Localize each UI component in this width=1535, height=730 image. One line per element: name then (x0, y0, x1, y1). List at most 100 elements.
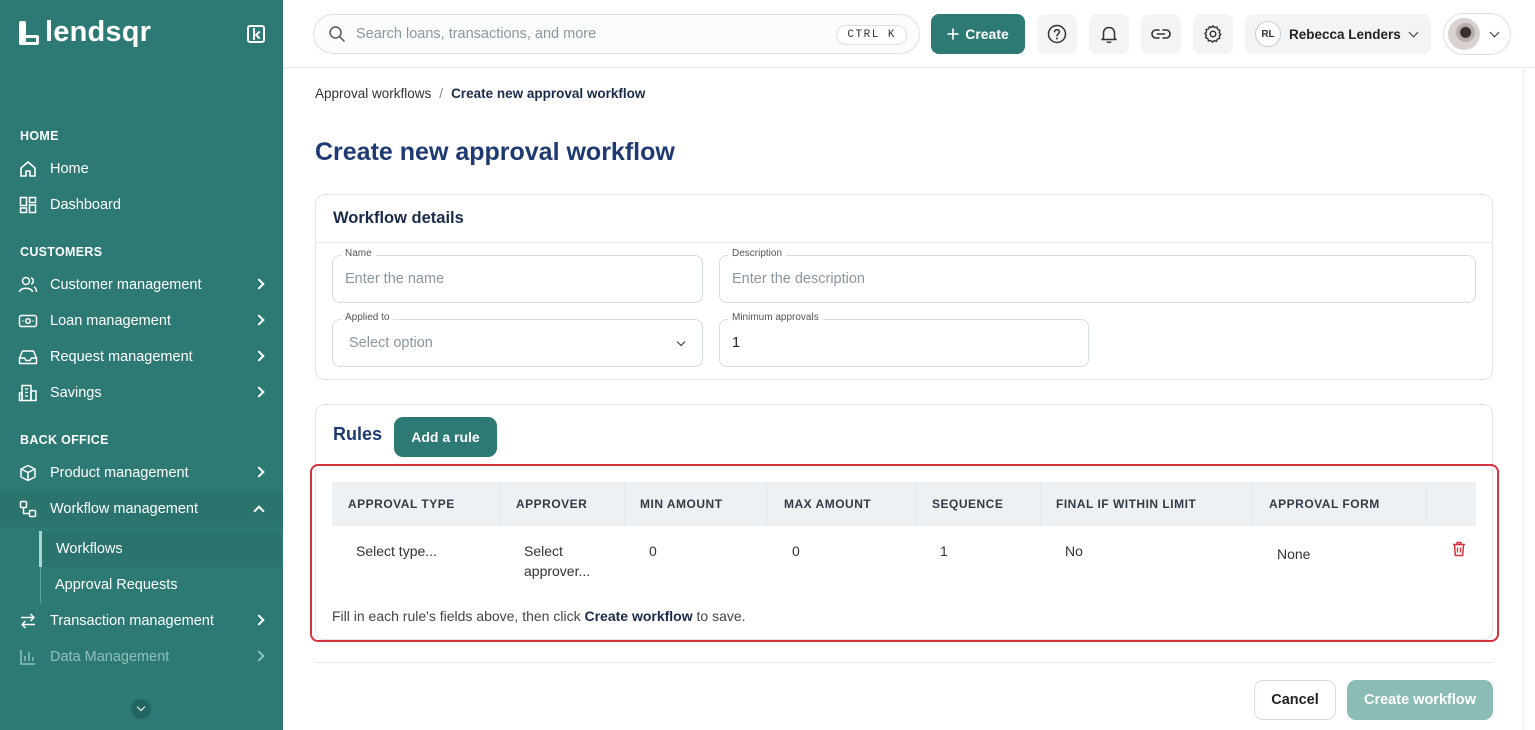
sidebar-collapse-icon[interactable] (247, 25, 265, 43)
create-workflow-button[interactable]: Create workflow (1347, 680, 1493, 720)
user-initials-avatar: RL (1255, 21, 1281, 47)
workflow-submenu: Workflows Approval Requests (39, 531, 283, 603)
sidebar-item-label: Data Management (50, 649, 170, 665)
workflow-icon (18, 499, 38, 519)
page-scrollbar[interactable] (1523, 68, 1535, 730)
column-divider (916, 482, 917, 526)
workflow-details-title: Workflow details (316, 195, 1492, 243)
sidebar-item-label: Workflow management (50, 501, 199, 517)
inbox-icon (18, 347, 38, 367)
global-search[interactable]: CTRL K (313, 14, 920, 54)
column-divider (1252, 482, 1253, 526)
minimum-approvals-value: 1 (732, 335, 741, 351)
profile-menu[interactable] (1443, 13, 1511, 55)
breadcrumb-separator: / (439, 86, 444, 101)
min-amount-input[interactable]: 0 (649, 541, 657, 561)
rules-hint-text: Fill in each rule's fields above, then c… (332, 608, 585, 624)
sidebar-item-request-management[interactable]: Request management (0, 339, 283, 375)
breadcrumb: Approval workflows / Create new approval… (315, 86, 645, 101)
chevron-right-icon (253, 350, 265, 362)
notifications-button[interactable] (1089, 14, 1129, 54)
search-input[interactable] (356, 26, 816, 42)
applied-to-select[interactable]: Applied to Select option (332, 312, 703, 367)
chevron-right-icon (253, 650, 265, 662)
sidebar-item-savings[interactable]: Savings (0, 375, 283, 411)
search-shortcut-badge: CTRL K (836, 25, 907, 45)
bank-icon (18, 383, 38, 403)
box-icon (18, 463, 38, 483)
chart-icon (18, 647, 38, 667)
sidebar-subitem-workflows[interactable]: Workflows (39, 531, 282, 567)
sequence-input[interactable]: 1 (940, 541, 948, 561)
column-header-approval-type: APPROVAL TYPE (348, 497, 455, 511)
sidebar-item-label: Home (50, 161, 89, 177)
sidebar-item-label: Dashboard (50, 197, 121, 213)
breadcrumb-parent-link[interactable]: Approval workflows (315, 86, 431, 101)
avatar (1448, 18, 1480, 50)
sidebar-item-loan-management[interactable]: Loan management (0, 303, 283, 339)
column-divider (500, 482, 501, 526)
column-divider (1426, 482, 1427, 526)
users-icon (18, 275, 38, 295)
section-title-home: HOME (20, 129, 59, 143)
column-divider (766, 482, 767, 526)
sidebar-item-customer-management[interactable]: Customer management (0, 267, 283, 303)
sidebar-item-workflow-management[interactable]: Workflow management (0, 491, 283, 527)
chevron-down-icon (1408, 27, 1419, 38)
page-title: Create new approval workflow (315, 138, 675, 166)
column-divider (1040, 482, 1041, 526)
create-button-label: Create (965, 26, 1009, 42)
sidebar-item-label: Product management (50, 465, 189, 481)
description-field[interactable]: Description Enter the description (719, 248, 1476, 303)
approver-placeholder-line-1: Select (524, 543, 563, 559)
link-button[interactable] (1141, 14, 1181, 54)
sidebar-item-dashboard[interactable]: Dashboard (0, 187, 283, 223)
chevron-right-icon (253, 314, 265, 326)
max-amount-input[interactable]: 0 (792, 541, 800, 561)
sidebar-scroll-down-icon[interactable] (131, 699, 151, 719)
column-header-max-amount: MAX AMOUNT (784, 497, 872, 511)
column-header-final-if-within-limit: FINAL IF WITHIN LIMIT (1056, 497, 1197, 511)
rules-table-header: APPROVAL TYPE APPROVER MIN AMOUNT MAX AM… (332, 482, 1476, 526)
sidebar-item-data-management[interactable]: Data Management (0, 639, 283, 675)
approver-placeholder-line-2: approver... (524, 563, 591, 579)
approval-type-select[interactable]: Select type... (356, 541, 437, 561)
sidebar-item-label: Loan management (50, 313, 171, 329)
add-rule-button[interactable]: Add a rule (394, 417, 497, 457)
breadcrumb-current: Create new approval workflow (451, 86, 646, 101)
rules-hint-emphasis: Create workflow (584, 608, 693, 624)
chevron-right-icon (253, 466, 265, 478)
sidebar-item-label: Savings (50, 385, 102, 401)
footer-divider (315, 662, 1493, 663)
approval-form-select[interactable]: None (1277, 544, 1310, 564)
help-button[interactable] (1037, 14, 1077, 54)
rules-title: Rules (333, 424, 383, 444)
delete-rule-icon[interactable] (1452, 541, 1466, 557)
description-field-placeholder: Enter the description (732, 271, 865, 287)
brand-name: lendsqr (45, 16, 152, 48)
brand-logo[interactable]: lendsqr (19, 16, 151, 49)
chevron-right-icon (253, 278, 265, 290)
sidebar-subitem-approval-requests[interactable]: Approval Requests (41, 567, 283, 603)
column-header-min-amount: MIN AMOUNT (640, 497, 723, 511)
name-field[interactable]: Name Enter the name (332, 248, 703, 303)
description-field-label: Description (728, 248, 787, 259)
chevron-down-icon (676, 337, 686, 347)
settings-button[interactable] (1193, 14, 1233, 54)
sidebar-item-transaction-management[interactable]: Transaction management (0, 603, 283, 639)
sidebar-item-home[interactable]: Home (0, 151, 283, 187)
minimum-approvals-field[interactable]: Minimum approvals 1 (719, 312, 1089, 367)
applied-to-label: Applied to (341, 312, 394, 323)
create-button[interactable]: Create (931, 14, 1025, 54)
user-menu[interactable]: RL Rebecca Lenders (1245, 14, 1431, 54)
bell-icon (1101, 26, 1117, 44)
column-header-sequence: SEQUENCE (932, 497, 1004, 511)
approver-select[interactable]: Select approver... (524, 541, 590, 581)
section-title-back-office: BACK OFFICE (20, 433, 109, 447)
sidebar-item-product-management[interactable]: Product management (0, 455, 283, 491)
section-title-customers: CUSTOMERS (20, 245, 103, 259)
dashboard-icon (18, 195, 38, 215)
column-header-approval-form: APPROVAL FORM (1269, 497, 1380, 511)
final-if-within-limit-select[interactable]: No (1065, 541, 1083, 561)
cancel-button[interactable]: Cancel (1254, 680, 1336, 720)
